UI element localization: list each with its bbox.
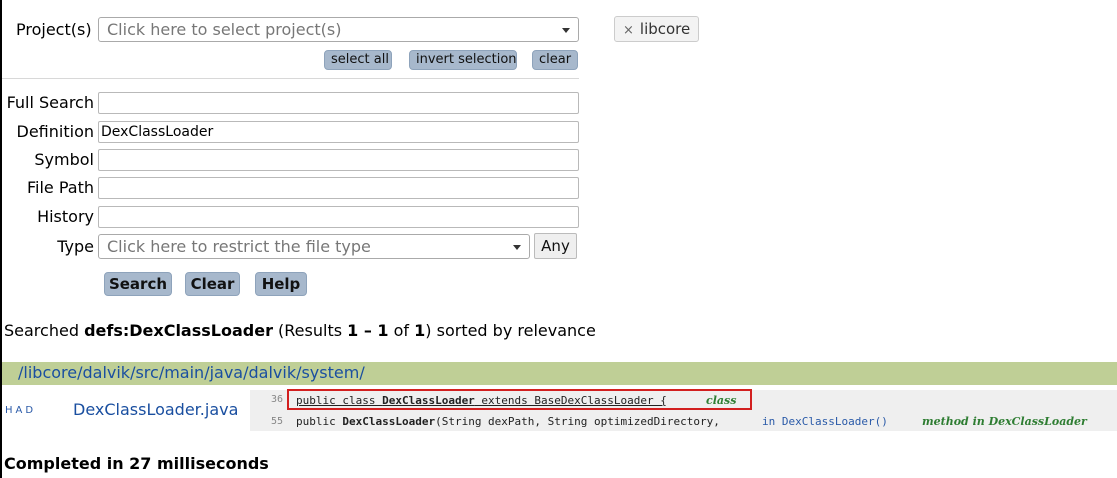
summary-query: defs:DexClassLoader	[84, 321, 273, 340]
form-divider	[2, 78, 579, 79]
definition-label: Definition	[16, 122, 94, 141]
summary-total: 1	[414, 321, 426, 340]
line-number[interactable]: 55	[271, 416, 283, 427]
file-path-input[interactable]	[98, 177, 579, 199]
code-post: (String dexPath, String optimizedDirecto…	[435, 415, 720, 428]
line-number[interactable]: 36	[271, 394, 283, 405]
selected-project-chip[interactable]: × libcore	[614, 16, 700, 42]
chip-label: libcore	[639, 20, 691, 38]
result-directory-link[interactable]: /libcore/dalvik/src/main/java/dalvik/sys…	[18, 363, 365, 382]
project-select[interactable]: Click here to select project(s)	[98, 17, 579, 42]
select-all-button[interactable]: select all	[324, 50, 392, 70]
file-path-label: File Path	[26, 178, 94, 197]
code-pre: public	[296, 415, 343, 428]
help-button[interactable]: Help	[255, 272, 307, 296]
search-button[interactable]: Search	[104, 272, 172, 296]
history-annotate-download-links[interactable]: HAD	[5, 405, 36, 416]
search-summary: Searched defs:DexClassLoader (Results 1 …	[4, 321, 596, 340]
code-line[interactable]: public DexClassLoader(String dexPath, St…	[296, 415, 720, 428]
highlight-annotation-box	[287, 389, 752, 410]
clear-button[interactable]: Clear	[185, 272, 240, 296]
type-select-placeholder: Click here to restrict the file type	[107, 237, 371, 256]
completed-time: Completed in 27 milliseconds	[4, 454, 269, 473]
summary-results-open: (Results	[272, 321, 348, 340]
symbol-label: Symbol	[34, 150, 94, 169]
history-input[interactable]	[98, 206, 579, 228]
chevron-down-icon	[513, 245, 521, 250]
scope-reference[interactable]: in DexClassLoader()	[762, 415, 888, 428]
invert-selection-button[interactable]: invert selection	[409, 50, 517, 70]
history-label: History	[37, 207, 94, 226]
full-search-input[interactable]	[98, 92, 579, 114]
definition-input[interactable]: DexClassLoader	[98, 121, 579, 143]
type-select[interactable]: Click here to restrict the file type	[98, 234, 530, 259]
summary-prefix: Searched	[4, 321, 85, 340]
clear-projects-button[interactable]: clear	[532, 50, 578, 70]
remove-chip-icon[interactable]: ×	[623, 23, 634, 38]
result-directory-bar: /libcore/dalvik/src/main/java/dalvik/sys…	[2, 362, 1117, 385]
type-any-button[interactable]: Any	[534, 233, 577, 259]
summary-range: 1 – 1	[347, 321, 389, 340]
chevron-down-icon	[562, 28, 570, 33]
match-kind: method in DexClassLoader	[922, 415, 1087, 428]
project-select-placeholder: Click here to select project(s)	[107, 20, 342, 39]
code-match: DexClassLoader	[342, 415, 436, 428]
full-search-label: Full Search	[6, 93, 94, 112]
projects-label: Project(s)	[16, 20, 92, 39]
summary-suffix: ) sorted by relevance	[425, 321, 596, 340]
summary-of: of	[388, 321, 415, 340]
result-file-link[interactable]: DexClassLoader.java	[73, 400, 238, 419]
symbol-input[interactable]	[98, 149, 579, 171]
type-label: Type	[57, 237, 94, 256]
